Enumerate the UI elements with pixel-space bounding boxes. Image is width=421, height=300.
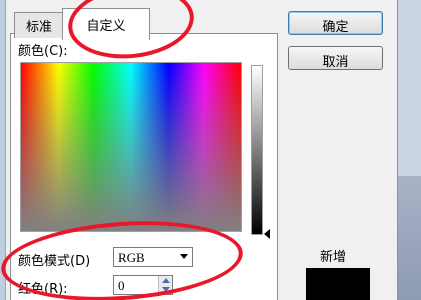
tab-custom[interactable]: 自定义 xyxy=(62,8,150,40)
new-color-preview xyxy=(306,268,370,300)
tab-standard[interactable]: 标准 xyxy=(14,12,64,38)
ok-button[interactable]: 确定 xyxy=(288,11,383,35)
color-model-label: 颜色模式(D) xyxy=(18,254,91,269)
luminance-pointer-icon[interactable] xyxy=(264,229,270,239)
background-window-right xyxy=(397,0,421,300)
red-label: 红色(R): xyxy=(18,282,68,297)
window-edge-left xyxy=(0,0,6,300)
spin-down-icon[interactable] xyxy=(162,287,170,292)
color-model-value: RGB xyxy=(118,250,145,265)
color-model-select[interactable]: RGB xyxy=(113,247,193,267)
new-color-label: 新增 xyxy=(320,250,347,265)
spin-up-icon[interactable] xyxy=(162,278,170,283)
red-value: 0 xyxy=(118,278,125,293)
spinner-buttons[interactable] xyxy=(158,276,172,294)
dropdown-arrow-icon[interactable] xyxy=(180,254,188,259)
luminance-slider[interactable] xyxy=(251,65,263,235)
cancel-button[interactable]: 取消 xyxy=(288,46,383,70)
red-value-spinner[interactable]: 0 xyxy=(113,275,173,295)
colors-label: 颜色(C): xyxy=(18,44,68,59)
color-spectrum[interactable] xyxy=(20,62,242,232)
